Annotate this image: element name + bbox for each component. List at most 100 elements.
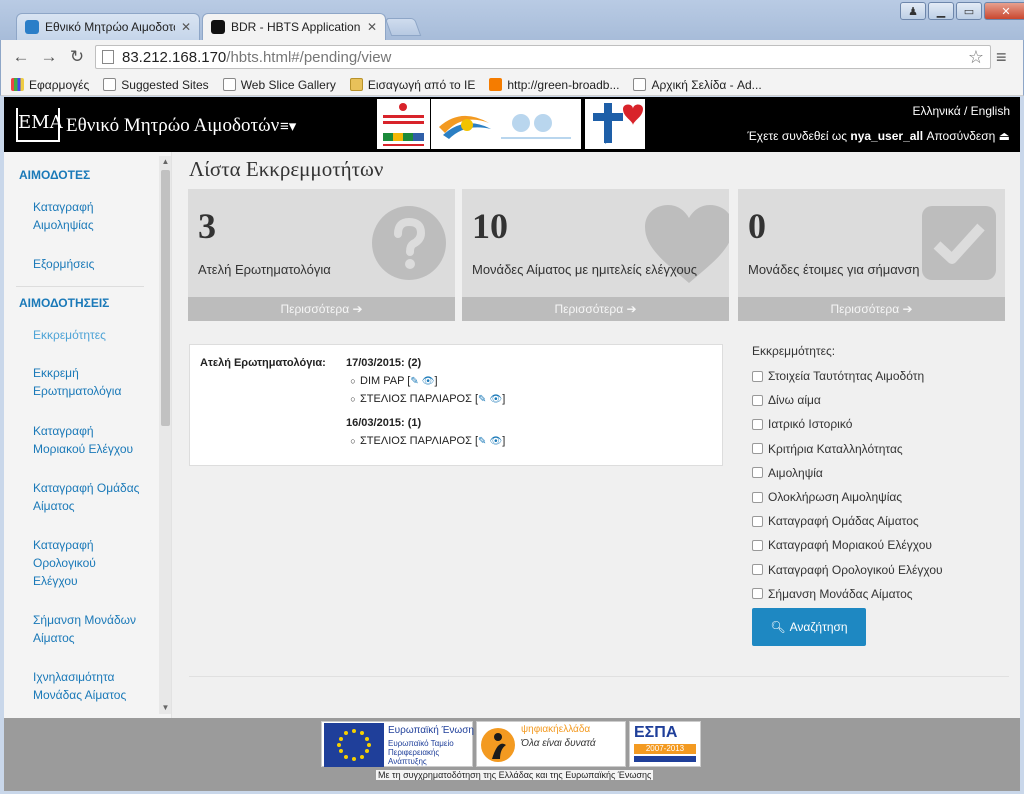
- hamburger-menu-icon[interactable]: ≡: [996, 47, 1007, 68]
- donor-name: DIM PAP: [360, 375, 405, 387]
- close-window-button[interactable]: ✕: [984, 2, 1024, 20]
- stat-label: Μονάδες έτοιμες για σήμανση: [748, 262, 920, 277]
- sidebar-section-aimodotiseis: ΑΙΜΟΔΟΤΗΣΕΙΣ: [19, 296, 110, 310]
- tab-bdr-hbts[interactable]: BDR - HBTS Application ✕: [202, 13, 386, 40]
- filter-label: Καταγραφή Ομάδας Αίματος: [768, 514, 919, 529]
- filter-medical-history[interactable]: Ιατρικό Ιστορικό: [752, 412, 982, 436]
- sidebar-item-ekkremi-erotimatologia[interactable]: Εκκρεμή Ερωτηματολόγια: [33, 364, 143, 400]
- reload-icon[interactable]: ↻: [67, 47, 87, 67]
- sidebar-item-katagrafi-orologikou[interactable]: Καταγραφή Ορολογικού Ελέγχου: [33, 536, 143, 590]
- stat-number: 10: [472, 206, 508, 246]
- checkbox[interactable]: [752, 418, 763, 430]
- more-link[interactable]: Περισσότερα ➔: [738, 297, 1005, 321]
- pending-label: Ατελή Ερωτηματολόγια:: [200, 357, 326, 369]
- menu-dropdown-icon[interactable]: ≡▾: [280, 117, 296, 135]
- search-label: Αναζήτηση: [789, 620, 848, 634]
- language-switch[interactable]: Ελληνικά / English: [913, 104, 1011, 118]
- sidebar-item-ixnilasimotita[interactable]: Ιχνηλασιμότητα Μονάδας Αίματος: [33, 668, 143, 704]
- bookmarks-bar: Εφαρμογές Suggested Sites Web Slice Gall…: [0, 74, 1024, 96]
- bookmark-green-broadband[interactable]: http://green-broadb...: [489, 78, 619, 92]
- scroll-thumb[interactable]: [161, 170, 170, 426]
- eye-icon[interactable]: 👁: [490, 436, 503, 447]
- filter-label: Δίνω αίμα: [768, 393, 821, 408]
- checkbox[interactable]: [752, 491, 763, 503]
- more-link[interactable]: Περισσότερα ➔: [188, 297, 455, 321]
- star-icon[interactable]: ☆: [968, 47, 984, 68]
- new-tab-button[interactable]: [384, 18, 422, 36]
- bookmark-label: Εισαγωγή από το IE: [367, 77, 476, 92]
- logout-link[interactable]: Αποσύνδεση: [926, 129, 995, 143]
- sidebar-item-katagrafi-omadas[interactable]: Καταγραφή Ομάδας Αίματος: [33, 479, 143, 515]
- edit-icon[interactable]: ✎: [478, 394, 486, 405]
- logout-icon[interactable]: ⏏: [999, 129, 1010, 143]
- checkbox[interactable]: [752, 443, 763, 455]
- window-controls: ♟ ▁ ▭ ✕: [900, 2, 1024, 20]
- checkbox[interactable]: [752, 539, 763, 551]
- digital-brand: ψηφιακήελλάδα: [521, 724, 591, 735]
- close-icon[interactable]: ✕: [181, 20, 191, 34]
- bullet-icon: ○: [350, 376, 356, 386]
- app-title[interactable]: Εθνικό Μητρώο Αιμοδοτών: [66, 115, 279, 137]
- drop-icon: [25, 20, 39, 34]
- bookmark-label: Suggested Sites: [121, 77, 209, 92]
- checkbox[interactable]: [752, 588, 763, 600]
- checkbox[interactable]: [752, 564, 763, 576]
- stat-box-incomplete-questionnaires: 3 Ατελή Ερωτηματολόγια Περισσότερα ➔: [188, 189, 455, 321]
- search-button[interactable]: 🔍︎ Αναζήτηση: [752, 608, 866, 646]
- more-label: Περισσότερα: [554, 302, 624, 316]
- filter-blood-group[interactable]: Καταγραφή Ομάδας Αίματος: [752, 509, 982, 533]
- maximize-button[interactable]: ▭: [956, 2, 982, 20]
- login-prefix: Έχετε συνδεθεί ως: [747, 129, 848, 143]
- scroll-down-icon[interactable]: ▼: [161, 703, 170, 713]
- more-link[interactable]: Περισσότερα ➔: [462, 297, 729, 321]
- minimize-button[interactable]: ▁: [928, 2, 954, 20]
- tab-ethniko-mitroo[interactable]: Εθνικό Μητρώο Αιμοδοτών ✕: [16, 13, 200, 40]
- bookmark-suggested-sites[interactable]: Suggested Sites: [103, 77, 209, 92]
- bookmark-web-slice[interactable]: Web Slice Gallery: [222, 78, 336, 92]
- stat-number: 3: [198, 206, 216, 246]
- bookmark-home-page[interactable]: Αρχική Σελίδα - Ad...: [633, 78, 762, 92]
- filter-label: Αιμοληψία: [768, 465, 823, 480]
- close-icon[interactable]: ✕: [367, 20, 377, 34]
- sidebar-item-simansi-monadon[interactable]: Σήμανση Μονάδων Αίματος: [33, 611, 143, 647]
- tab-label: Εθνικό Μητρώο Αιμοδοτών: [45, 20, 175, 34]
- app-body: ΑΙΜΟΔΟΤΕΣ Καταγραφή Αιμοληψίας Εξορμήσει…: [4, 152, 1020, 718]
- forward-icon[interactable]: →: [39, 47, 59, 67]
- filter-molecular-test[interactable]: Καταγραφή Μοριακού Ελέγχου: [752, 533, 982, 557]
- more-label: Περισσότερα: [830, 302, 900, 316]
- scroll-up-icon[interactable]: ▲: [161, 157, 170, 167]
- filter-collection-completion[interactable]: Ολοκλήρωση Αιμοληψίας: [752, 485, 982, 509]
- filters-title: Εκκρεμμότητες:: [752, 344, 836, 358]
- edit-icon[interactable]: ✎: [410, 376, 418, 387]
- back-icon[interactable]: ←: [11, 47, 31, 67]
- checkbox[interactable]: [752, 394, 763, 406]
- sidebar-item-exoryxeis[interactable]: Εξορμήσεις: [33, 255, 143, 273]
- edit-icon[interactable]: ✎: [478, 436, 486, 447]
- user-icon[interactable]: ♟: [900, 2, 926, 20]
- checkbox[interactable]: [752, 370, 763, 382]
- eye-icon[interactable]: 👁: [490, 394, 503, 405]
- sidebar-scrollbar[interactable]: ▲ ▼: [159, 156, 171, 714]
- filter-label: Ολοκλήρωση Αιμοληψίας: [768, 490, 903, 505]
- filter-label: Στοιχεία Ταυτότητας Αιμοδότη: [768, 369, 925, 384]
- address-bar[interactable]: 83.212.168.170/hbts.html#/pending/view ☆: [95, 45, 991, 69]
- bookmark-apps[interactable]: Εφαρμογές: [11, 78, 89, 92]
- page-title: Λίστα Εκκρεμμοτήτων: [189, 157, 384, 181]
- sidebar-item-katagrafi-moriakou[interactable]: Καταγραφή Μοριακού Ελέγχου: [33, 422, 143, 458]
- bookmark-import-ie[interactable]: Εισαγωγή από το IE: [349, 77, 476, 92]
- sidebar-item-ekkremotites[interactable]: Εκκρεμότητες: [33, 326, 143, 344]
- login-info: Έχετε συνδεθεί ως nya_user_all Αποσύνδεσ…: [747, 129, 1010, 143]
- checkbox[interactable]: [752, 467, 763, 479]
- filter-serology-test[interactable]: Καταγραφή Ορολογικού Ελέγχου: [752, 558, 982, 582]
- url-host: 83.212.168.170: [122, 48, 227, 66]
- filter-blood-collection[interactable]: Αιμοληψία: [752, 461, 982, 485]
- checkbox[interactable]: [752, 515, 763, 527]
- ema-logo[interactable]: ΕΜΑ: [16, 108, 63, 142]
- filter-unit-labeling[interactable]: Σήμανση Μονάδας Αίματος: [752, 582, 982, 606]
- eye-icon[interactable]: 👁: [422, 376, 435, 387]
- filter-give-blood[interactable]: Δίνω αίμα: [752, 388, 982, 412]
- eu-title: Ευρωπαϊκή Ένωση: [388, 725, 474, 736]
- sidebar-item-katagrafi-aimolipsias[interactable]: Καταγραφή Αιμοληψίας: [33, 198, 143, 234]
- filter-donor-identity[interactable]: Στοιχεία Ταυτότητας Αιμοδότη: [752, 364, 982, 388]
- filter-eligibility-criteria[interactable]: Κριτήρια Καταλληλότητας: [752, 437, 982, 461]
